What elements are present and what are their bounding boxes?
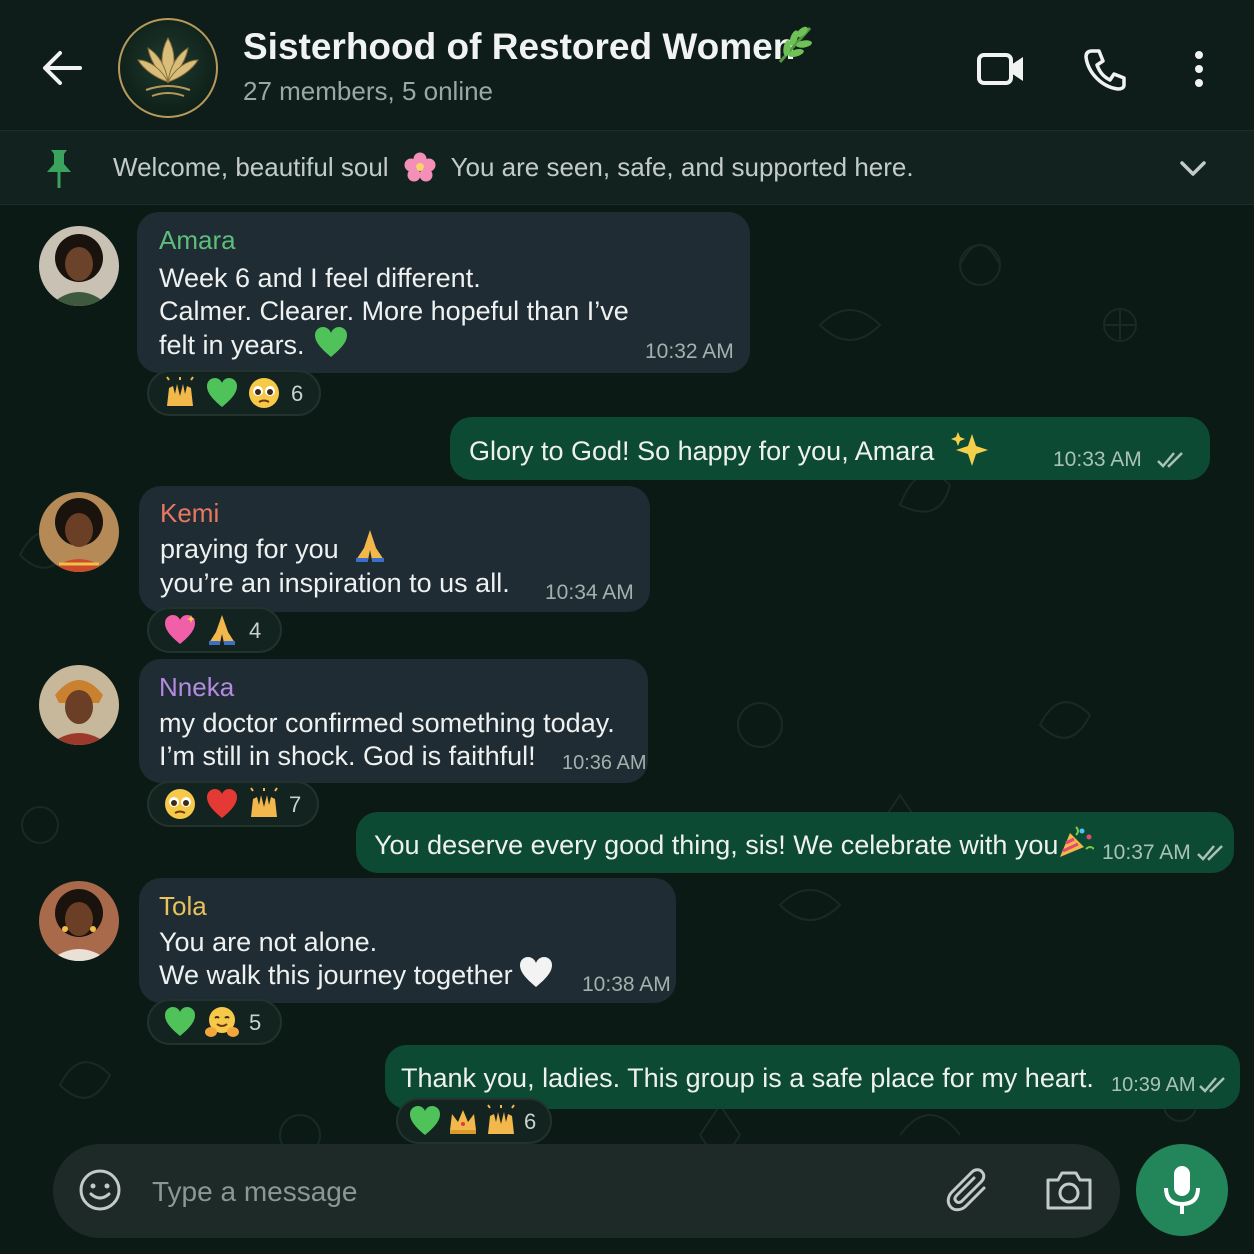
emoji-icon[interactable] <box>78 1168 122 1212</box>
message-text-line: You deserve every good thing, sis! We ce… <box>374 830 1059 860</box>
hugging-face-emoji-icon <box>205 1007 239 1037</box>
reactions-bar[interactable]: 6 <box>147 370 321 416</box>
lotus-icon <box>137 36 199 97</box>
pleading-face-emoji-icon <box>249 378 279 408</box>
message-text-line: Thank you, ladies. This group is a safe … <box>401 1063 1094 1093</box>
message-text-line: We walk this journey together <box>159 960 513 990</box>
avatar-amara[interactable] <box>39 226 119 306</box>
sparkles-emoji-icon <box>951 432 988 466</box>
message-text-line: you’re an inspiration to us all. <box>160 568 510 598</box>
pinned-text-before: Welcome, beautiful soul <box>113 152 389 182</box>
video-call-icon[interactable] <box>976 50 1026 88</box>
message-text-line: Week 6 and I feel different. <box>159 263 481 293</box>
herb-emoji-icon <box>778 26 812 63</box>
reactions-bar[interactable]: 5 <box>147 999 282 1045</box>
pleading-face-emoji-icon <box>165 789 195 819</box>
message-text-line: my doctor confirmed something today. <box>159 708 615 738</box>
green-heart-emoji-icon <box>315 327 347 357</box>
message-time: 10:33 AM <box>1053 448 1142 471</box>
microphone-icon <box>1164 1166 1200 1214</box>
white-heart-emoji-icon <box>520 957 552 987</box>
camera-icon[interactable] <box>1044 1168 1094 1212</box>
sender-name-text: Tola <box>159 891 207 921</box>
reaction-count: 7 <box>289 792 302 817</box>
message-text-line: I’m still in shock. God is faithful! <box>159 741 536 771</box>
avatar-tola[interactable] <box>39 881 119 961</box>
sender-name: Amara <box>159 225 236 256</box>
message-time: 10:34 AM <box>545 581 634 604</box>
green-heart-emoji-icon <box>410 1106 440 1135</box>
back-arrow-icon[interactable] <box>40 48 84 88</box>
avatar-nneka[interactable] <box>39 665 119 745</box>
sender-name-text: Nneka <box>159 672 235 702</box>
cherry-blossom-emoji-icon <box>404 152 436 182</box>
message-time: 10:32 AM <box>645 340 734 363</box>
voice-record-button[interactable] <box>1136 1144 1228 1236</box>
pinned-message-text: Welcome, beautiful soul You are seen, sa… <box>113 152 914 183</box>
folded-hands-emoji-icon <box>356 530 384 562</box>
pin-icon <box>47 150 71 188</box>
group-title[interactable]: Sisterhood of Restored Women <box>243 26 795 68</box>
folded-hands-emoji-icon <box>209 615 235 645</box>
reactions-bar[interactable]: 7 <box>147 781 319 827</box>
sender-name: Kemi <box>160 498 219 529</box>
sender-name-text: Amara <box>159 225 236 255</box>
sender-name: Nneka <box>159 672 234 703</box>
raising-hands-emoji-icon <box>250 787 278 817</box>
message-text-line: praying for you <box>160 534 339 564</box>
reaction-count: 6 <box>291 381 304 406</box>
message-input[interactable] <box>150 1168 914 1216</box>
reactions-bar[interactable]: 4 <box>147 607 282 653</box>
reaction-count: 5 <box>249 1010 262 1035</box>
raising-hands-emoji-icon <box>487 1104 515 1134</box>
sender-name: Tola <box>159 891 207 922</box>
message-text-line: You are not alone. <box>159 927 378 957</box>
phone-call-icon[interactable] <box>1082 47 1128 91</box>
message-text-line: Glory to God! So happy for you, Amara <box>469 436 935 466</box>
read-receipt-icon <box>1199 1077 1225 1093</box>
more-options-icon[interactable] <box>1186 48 1212 90</box>
message-time: 10:37 AM <box>1102 841 1191 864</box>
raising-hands-emoji-icon <box>166 376 194 406</box>
message-text-line: Calmer. Clearer. More hopeful than I’ve <box>159 296 629 326</box>
group-member-status: 27 members, 5 online <box>243 76 494 106</box>
message-time: 10:36 AM <box>562 752 647 774</box>
green-heart-emoji-icon <box>165 1007 195 1036</box>
read-receipt-icon <box>1157 452 1183 468</box>
pinned-text-after: You are seen, safe, and supported here. <box>450 152 914 182</box>
crown-emoji-icon <box>450 1110 476 1134</box>
green-heart-emoji-icon <box>207 378 237 407</box>
message-text-line: felt in years. <box>159 330 305 360</box>
party-popper-emoji-icon <box>1060 826 1094 857</box>
sender-name-text: Kemi <box>160 498 220 528</box>
red-heart-emoji-icon <box>207 789 237 818</box>
message-time: 10:39 AM <box>1111 1074 1196 1096</box>
sparkling-heart-emoji-icon <box>165 615 195 644</box>
avatar-kemi[interactable] <box>39 492 119 572</box>
reaction-count: 4 <box>249 618 262 643</box>
message-time: 10:38 AM <box>582 973 671 996</box>
read-receipt-icon <box>1197 845 1223 861</box>
chevron-down-icon[interactable] <box>1178 157 1208 179</box>
reactions-bar[interactable]: 6 <box>396 1098 552 1144</box>
paperclip-icon[interactable] <box>946 1166 992 1214</box>
reaction-count: 6 <box>524 1109 537 1134</box>
group-avatar[interactable] <box>118 18 218 118</box>
